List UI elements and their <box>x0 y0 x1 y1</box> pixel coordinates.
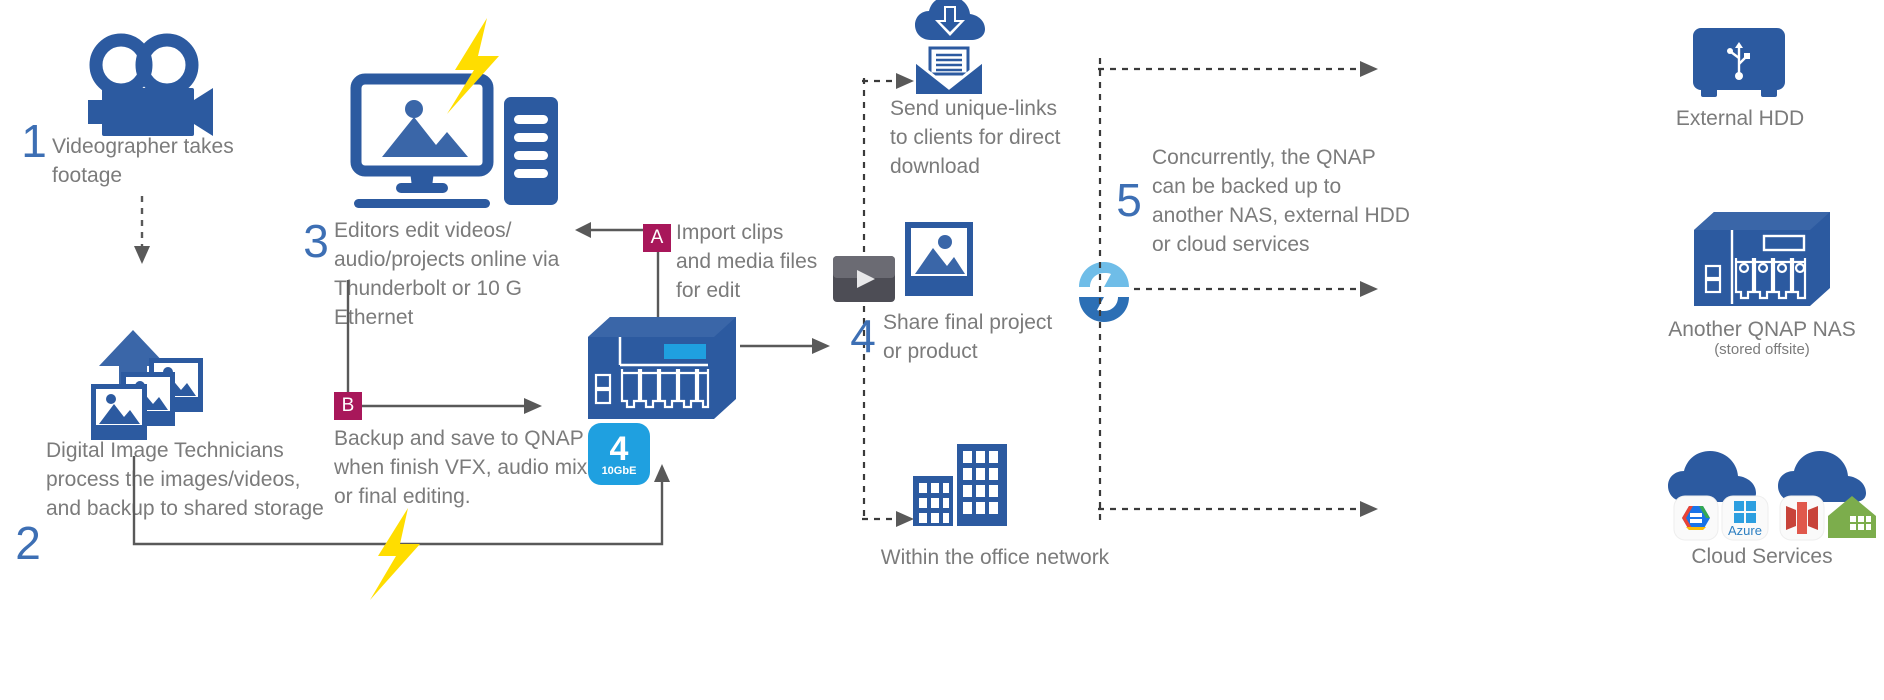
step-4-text: Share final project or product <box>883 311 1053 363</box>
sync-icon <box>1073 256 1135 328</box>
step-1-text: Videographer takes footage <box>52 135 234 187</box>
arrow-branch-send-links <box>862 70 914 92</box>
badge-b-letter: B <box>341 395 355 416</box>
step-1-number-text: 1 <box>21 115 47 167</box>
external-hdd-icon <box>1693 28 1785 100</box>
another-nas-label: Another QNAP NAS <box>1668 318 1856 341</box>
lightning-bolt-icon <box>437 18 507 128</box>
qnap-nas-icon <box>586 313 738 425</box>
step-3-text: Editors edit videos/ audio/projects onli… <box>334 219 560 329</box>
send-links-text: Send unique-links to clients for direct … <box>890 97 1061 178</box>
step-5-number: 5 <box>1108 177 1150 223</box>
external-hdd-label: External HDD <box>1675 107 1805 130</box>
step-4-number-text: 4 <box>850 310 876 362</box>
arrow-backup-to-cloud <box>1098 498 1378 520</box>
step-2-number: 2 <box>8 520 48 566</box>
cloud-services-label: Cloud Services <box>1691 545 1833 568</box>
media-image-icon <box>905 222 973 296</box>
step-3-number: 3 <box>296 218 336 264</box>
arrow-step1-to-step2 <box>125 196 159 268</box>
step-2-number-text: 2 <box>15 517 41 569</box>
cloud-services-icon: Azure <box>1668 440 1884 550</box>
cloud-download-icon <box>915 0 985 42</box>
connector-b-vertical <box>345 280 351 398</box>
step-5-number-text: 5 <box>1116 174 1142 226</box>
badge-a: A <box>643 224 671 252</box>
arrow-branch-office <box>862 508 914 530</box>
arrow-backup-to-nas <box>362 395 542 417</box>
lightning-bolt-icon-2 <box>362 508 428 612</box>
badge-b: B <box>334 392 362 420</box>
office-network-text: Within the office network <box>880 546 1110 569</box>
arrow-backup-to-external-hdd <box>1098 58 1378 80</box>
badge-a-text: Import clips and media files for edit <box>676 221 818 302</box>
arrow-nas-to-share <box>740 335 830 357</box>
azure-label: Azure <box>1728 523 1762 538</box>
backup-bus-vertical <box>1096 58 1104 520</box>
step-5-text: Concurrently, the QNAP can be backed up … <box>1152 146 1410 256</box>
upload-photos-icon <box>75 300 215 440</box>
arrow-backup-to-another-nas <box>1134 278 1378 300</box>
video-player-icon <box>833 256 895 302</box>
step-4-number: 4 <box>843 313 883 359</box>
step-1-number: 1 <box>14 118 54 164</box>
workflow-diagram: 1 Videographer takes footage 2 Digital I… <box>0 0 1884 700</box>
office-buildings-icon <box>913 444 1007 526</box>
arrow-import-to-editors <box>575 219 650 241</box>
another-nas-sublabel: (stored offsite) <box>1714 341 1810 358</box>
nas-5bay-icon <box>1692 208 1832 312</box>
step-3-number-text: 3 <box>303 215 329 267</box>
email-icon <box>915 44 983 96</box>
badge-a-letter: A <box>650 227 664 248</box>
